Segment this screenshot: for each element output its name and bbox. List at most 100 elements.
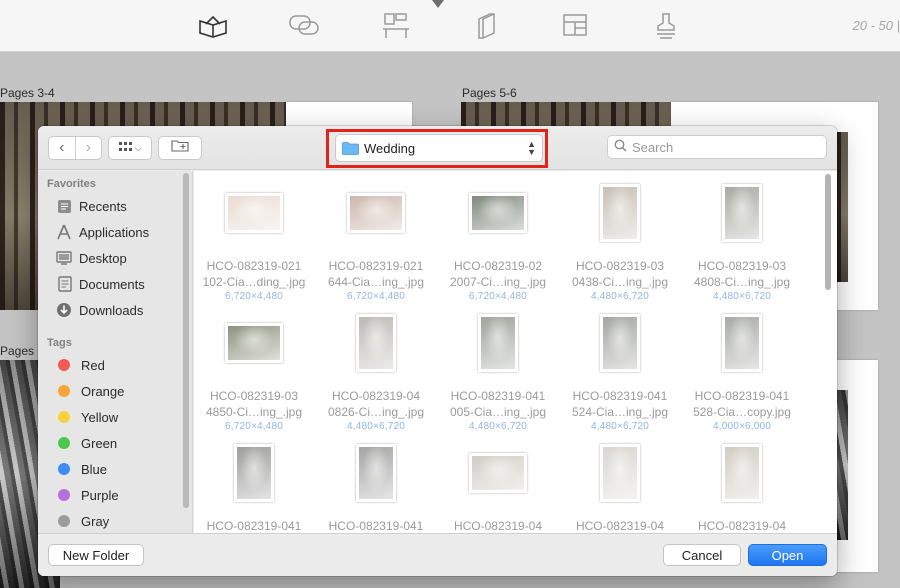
chevron-left-icon: ‹	[59, 139, 65, 156]
file-dimensions: 6,720×4,480	[346, 291, 406, 302]
file-item[interactable]: HCO-082319-04 3625-Ci…ing_.jpg	[560, 440, 680, 533]
file-grid-scrollbar[interactable]	[825, 174, 831, 290]
file-thumbnail	[600, 314, 640, 372]
file-thumbnail-frame	[560, 310, 680, 376]
file-thumbnail	[469, 193, 527, 233]
new-folder-icon-button[interactable]	[158, 136, 202, 160]
file-thumbnail	[225, 323, 283, 363]
file-thumbnail	[478, 314, 518, 372]
file-item[interactable]: HCO-082319-04 2811-Ci…ding_.jpg	[438, 440, 558, 533]
file-thumbnail-frame	[194, 310, 314, 376]
sidebar-item-applications[interactable]: Applications	[56, 221, 149, 243]
sidebar-tag-green[interactable]: Green	[56, 432, 117, 454]
file-dimensions: 4,480×6,720	[590, 291, 650, 302]
folder-plus-icon	[171, 139, 189, 157]
sidebar-item-label: Blue	[81, 461, 108, 477]
cancel-button[interactable]: Cancel	[663, 544, 741, 566]
file-item[interactable]: HCO-082319-03 0438-Ci…ing_.jpg 4,480×6,72…	[560, 180, 680, 308]
file-name: HCO-082319-04 0826-Ci…ing_.jpg	[327, 389, 425, 419]
tag-color-dot	[58, 437, 70, 449]
spread-label: Pages 5-6	[462, 86, 517, 100]
file-item[interactable]: HCO-082319-021 102-Cia…ding_.jpg 6,720×4,…	[194, 180, 314, 308]
file-dimensions: 4,480×6,720	[468, 421, 528, 432]
file-name: HCO-082319-04 5446-Ci…ing_.jpg	[697, 519, 787, 533]
file-thumbnail	[722, 314, 762, 372]
sidebar-item-label: Purple	[81, 487, 119, 503]
sidebar-item-label: Yellow	[81, 409, 119, 425]
sidebar-tag-red[interactable]: Red	[56, 354, 105, 376]
layout-desk-icon[interactable]	[380, 11, 412, 41]
file-item[interactable]: HCO-082319-041 005-Cia…ing_.jpg 4,480×6,7…	[438, 310, 558, 438]
file-thumbnail-frame	[560, 440, 680, 506]
highlight-box	[326, 129, 548, 168]
template-grid-icon[interactable]	[560, 11, 592, 41]
stamp-icon[interactable]	[650, 11, 682, 41]
sidebar-tag-gray[interactable]: Gray	[56, 510, 109, 532]
history-nav: ‹ ›	[48, 136, 102, 160]
file-item[interactable]: HCO-082319-041 616-Cia…copy.jpg	[316, 440, 436, 533]
speech-bubbles-icon[interactable]	[288, 11, 320, 41]
search-field[interactable]	[607, 135, 827, 159]
file-name: HCO-082319-041 616-Cia…copy.jpg	[328, 519, 424, 533]
file-thumbnail	[356, 314, 396, 372]
chevron-down-icon: ⌵	[134, 142, 142, 153]
file-thumbnail-frame	[682, 180, 802, 246]
sidebar-item-documents[interactable]: Documents	[56, 273, 145, 295]
open-button[interactable]: Open	[748, 544, 827, 566]
file-name: HCO-082319-04 2811-Ci…ding_.jpg	[453, 519, 543, 533]
sidebar-item-recents[interactable]: Recents	[56, 195, 127, 217]
file-dimensions: 6,720×4,480	[224, 421, 284, 432]
search-input[interactable]	[632, 139, 802, 155]
pages-icon[interactable]	[470, 11, 502, 41]
file-thumbnail-frame	[560, 180, 680, 246]
file-thumbnail	[234, 444, 274, 502]
file-item[interactable]: HCO-082319-02 2007-Ci…ing_.jpg 6,720×4,48…	[438, 180, 558, 308]
sidebar-item-label: Documents	[79, 276, 145, 292]
tag-color-dot	[58, 359, 70, 371]
page-range: 20 - 50 |	[852, 18, 900, 33]
file-thumbnail-frame	[194, 180, 314, 246]
file-thumbnail-frame	[438, 310, 558, 376]
sidebar-tag-purple[interactable]: Purple	[56, 484, 119, 506]
forward-button[interactable]: ›	[76, 137, 102, 159]
spread-photo	[837, 390, 848, 540]
file-item[interactable]: HCO-082319-041 616-Cia…copy.jpg	[194, 440, 314, 533]
tag-color-dot	[58, 489, 70, 501]
book-icon[interactable]	[197, 11, 229, 41]
sidebar-item-downloads[interactable]: Downloads	[56, 299, 143, 321]
file-item[interactable]: HCO-082319-03 4850-Ci…ing_.jpg 6,720×4,48…	[194, 310, 314, 438]
new-folder-button[interactable]: New Folder	[48, 544, 144, 566]
file-dimensions: 4,480×6,720	[590, 421, 650, 432]
sidebar-tag-blue[interactable]: Blue	[56, 458, 107, 480]
file-name: HCO-082319-03 0438-Ci…ing_.jpg	[571, 259, 669, 289]
back-button[interactable]: ‹	[49, 137, 75, 159]
file-dimensions: 4,480×6,720	[346, 421, 406, 432]
file-name: HCO-082319-021 102-Cia…ding_.jpg	[202, 259, 306, 289]
sidebar-tag-orange[interactable]: Orange	[56, 380, 124, 402]
file-thumbnail	[600, 444, 640, 502]
file-thumbnail-frame	[316, 310, 436, 376]
sidebar-scrollbar[interactable]	[183, 173, 189, 508]
file-item[interactable]: HCO-082319-041 528-Cia…copy.jpg 4,000×6,0…	[682, 310, 802, 438]
sidebar-item-label: Downloads	[79, 302, 144, 318]
sidebar-tag-yellow[interactable]: Yellow	[56, 406, 118, 428]
file-item[interactable]: HCO-082319-021 644-Cia…ing_.jpg 6,720×4,4…	[316, 180, 436, 308]
sidebar-item-label: Orange	[81, 383, 125, 399]
file-item[interactable]: HCO-082319-04 0826-Ci…ing_.jpg 4,480×6,72…	[316, 310, 436, 438]
file-name: HCO-082319-041 005-Cia…ing_.jpg	[449, 389, 547, 419]
documents-icon	[56, 276, 72, 292]
dialog-toolbar: ‹ › ⌵ Wedding ▲ ▼	[38, 126, 837, 170]
tag-color-dot	[58, 463, 70, 475]
view-mode-button[interactable]: ⌵	[108, 136, 152, 160]
sidebar-item-desktop[interactable]: Desktop	[56, 247, 127, 269]
active-section-marker	[432, 0, 444, 8]
recents-icon	[56, 198, 72, 214]
open-file-dialog: ‹ › ⌵ Wedding ▲ ▼ Search Favorites Recen…	[38, 126, 837, 576]
file-item[interactable]: HCO-082319-04 5446-Ci…ing_.jpg	[682, 440, 802, 533]
file-grid: HCO-082319-021 102-Cia…ding_.jpg 6,720×4,…	[194, 171, 837, 533]
favorites-header: Favorites	[47, 178, 96, 190]
file-thumbnail-frame	[682, 310, 802, 376]
file-item[interactable]: HCO-082319-03 4808-Ci…ing_.jpg 4,480×6,72…	[682, 180, 802, 308]
file-item[interactable]: HCO-082319-041 524-Cia…ing_.jpg 4,480×6,7…	[560, 310, 680, 438]
tag-color-dot	[58, 515, 70, 527]
